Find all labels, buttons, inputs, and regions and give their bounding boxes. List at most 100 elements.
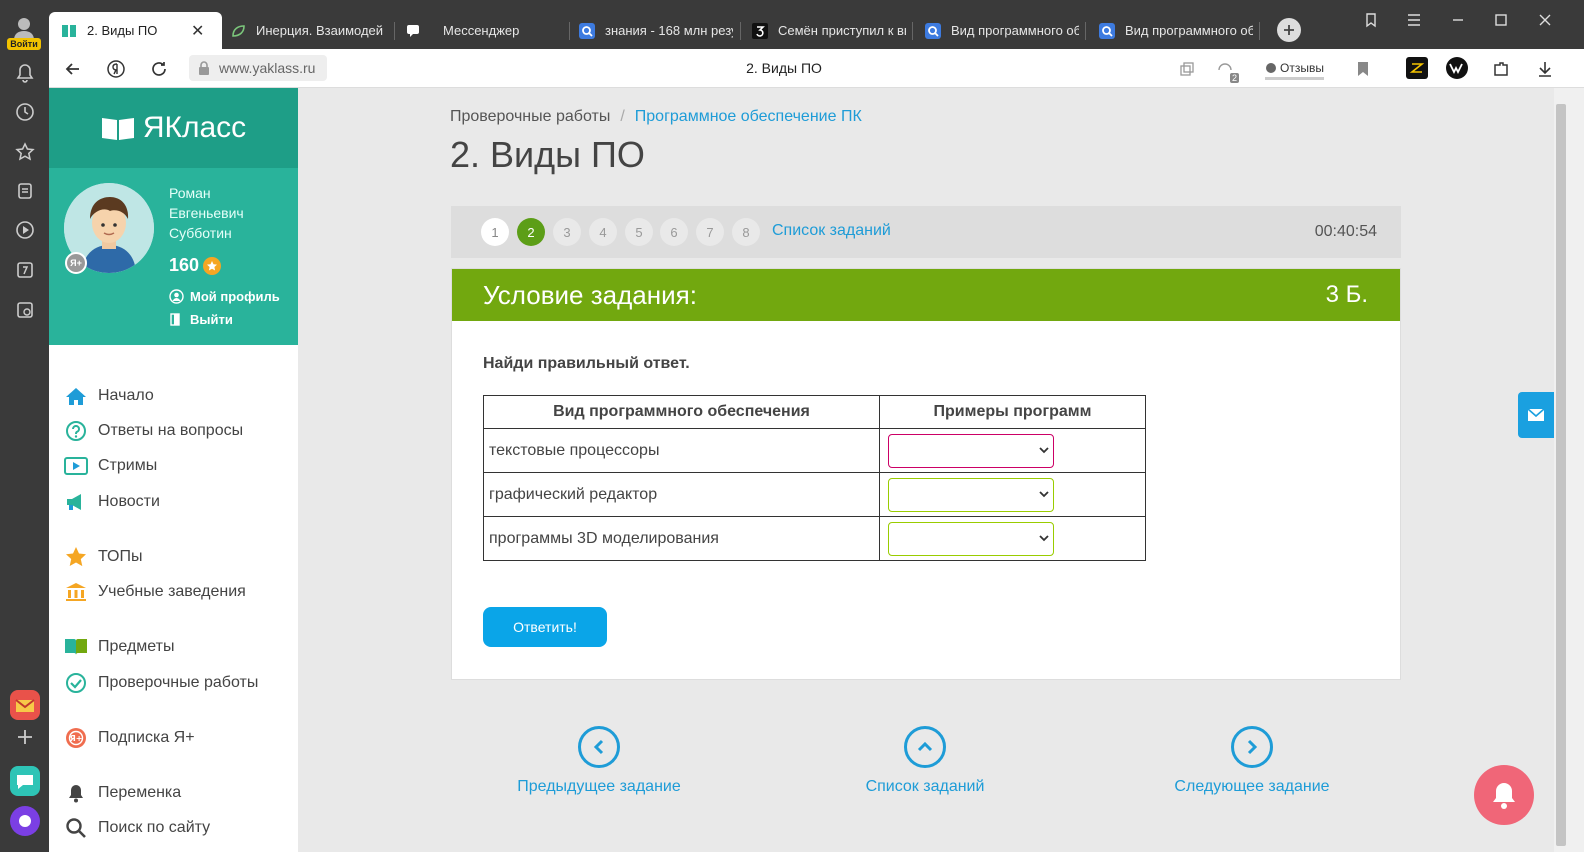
search-icon — [64, 816, 88, 840]
timer: 00:40:54 — [1314, 223, 1377, 240]
close-tab-icon[interactable]: ✕ — [191, 21, 204, 41]
points-star-icon — [203, 256, 222, 275]
tab-title: Инерция. Взаимодей — [256, 23, 384, 38]
chat-bubble-icon — [1266, 62, 1276, 73]
step-7[interactable]: 7 — [696, 218, 724, 246]
step-6[interactable]: 6 — [660, 218, 688, 246]
feedback-button[interactable]: Отзывы — [1265, 58, 1324, 80]
login-button[interactable]: Войти — [6, 16, 42, 52]
counter-badge: 2 — [1229, 73, 1239, 83]
zen-extension-icon[interactable] — [1406, 57, 1428, 79]
collections-icon[interactable] — [12, 178, 38, 204]
task-list-link[interactable]: Список заданий — [772, 222, 891, 240]
book-icon — [64, 635, 88, 659]
step-4[interactable]: 4 — [589, 218, 617, 246]
breadcrumb-current[interactable]: Программное обеспечение ПК — [635, 108, 862, 126]
tab-5[interactable]: Семён приступил к вы — [752, 12, 907, 49]
reload-button[interactable] — [147, 57, 171, 81]
nav-item-news[interactable]: Новости — [64, 489, 160, 515]
nav-item-search[interactable]: Поиск по сайту — [64, 815, 210, 841]
extension-panel-icon[interactable] — [1489, 57, 1513, 81]
step-1[interactable]: 1 — [481, 218, 509, 246]
back-button[interactable] — [61, 57, 85, 81]
answer-select-2[interactable] — [888, 477, 1054, 512]
breadcrumb-root[interactable]: Проверочные работы — [450, 108, 610, 126]
next-task-link[interactable]: Следующее задание — [1172, 726, 1332, 796]
feedback-mail-button[interactable] — [1518, 392, 1554, 438]
tab-title: Вид программного об — [1125, 23, 1253, 38]
nav-item-subscription[interactable]: Я+ Подписка Я+ — [64, 725, 195, 751]
tab-4[interactable]: знания - 168 млн резу — [579, 12, 734, 49]
nav-label: Ответы на вопросы — [98, 422, 244, 439]
answer-select-1[interactable] — [888, 433, 1054, 468]
vk-extension-icon[interactable] — [1446, 57, 1468, 79]
step-5[interactable]: 5 — [625, 218, 653, 246]
yandex-button[interactable] — [104, 57, 128, 81]
user-name[interactable]: Роман Евгеньевич Субботин — [169, 183, 289, 243]
my-profile-link[interactable]: Мой профиль — [169, 289, 280, 304]
minimize-icon[interactable] — [1446, 10, 1470, 30]
notifications-icon[interactable] — [12, 60, 38, 86]
tab-7[interactable]: Вид программного об — [1099, 12, 1254, 49]
tab-6[interactable]: Вид программного об — [925, 12, 1080, 49]
nav-item-answers[interactable]: Ответы на вопросы — [64, 418, 243, 444]
nav-label: Предметы — [98, 638, 175, 655]
logout-link[interactable]: Выйти — [169, 312, 233, 327]
history-icon[interactable] — [12, 99, 38, 125]
tab-copy-icon[interactable] — [1175, 57, 1199, 81]
close-window-icon[interactable] — [1533, 10, 1557, 30]
nav-label: Начало — [98, 387, 154, 404]
nav-item-home[interactable]: Начало — [64, 383, 154, 409]
mail-app-icon[interactable] — [10, 690, 40, 720]
nav-item-tops[interactable]: ТОПы — [64, 544, 143, 570]
page-scrollbar[interactable] — [1554, 88, 1584, 852]
play-icon — [64, 454, 88, 478]
alice-assistant-icon[interactable] — [10, 806, 40, 836]
tab-title: Вид программного об — [951, 23, 1079, 38]
task-header-title: Условие задания: — [483, 280, 697, 310]
nav-item-break[interactable]: Переменка — [64, 780, 181, 806]
messenger-app-icon[interactable] — [10, 766, 40, 796]
plus-icon — [1284, 25, 1294, 35]
scrollbar-thumb[interactable] — [1556, 104, 1566, 846]
nav-item-streams[interactable]: Стримы — [64, 453, 157, 479]
bookmarks-star-icon[interactable] — [12, 139, 38, 165]
task-list-bottom-link[interactable]: Список заданий — [862, 726, 988, 796]
nav-item-schools[interactable]: Учебные заведения — [64, 579, 246, 605]
question-text: Найди правильный ответ. — [483, 355, 690, 372]
previous-task-link[interactable]: Предыдущее задание — [515, 726, 683, 796]
tabs-menu-icon[interactable] — [1359, 10, 1383, 30]
nav-item-subjects[interactable]: Предметы — [64, 634, 174, 660]
step-8[interactable]: 8 — [732, 218, 760, 246]
menu-icon[interactable] — [1402, 10, 1426, 30]
nav-label: Переменка — [98, 784, 182, 801]
screenshot-icon[interactable] — [12, 297, 38, 323]
add-app-icon[interactable] — [12, 724, 38, 750]
chevron-down-icon — [1039, 535, 1049, 542]
bookmark-icon[interactable] — [1351, 57, 1375, 81]
step-3[interactable]: 3 — [553, 218, 581, 246]
tab-separator — [394, 22, 395, 40]
extensions-icon[interactable]: 2 — [1213, 57, 1239, 83]
software-type-cell: программы 3D моделирования — [483, 516, 880, 561]
maximize-icon[interactable] — [1489, 10, 1513, 30]
notifications-bell-button[interactable] — [1474, 765, 1534, 825]
school-icon — [64, 580, 88, 604]
video-icon[interactable] — [12, 217, 38, 243]
tab-favicon-3 — [752, 22, 768, 39]
tab-2[interactable]: Инерция. Взаимодей — [230, 12, 390, 49]
yaklass-logo[interactable]: ЯКласс — [49, 88, 298, 168]
url-field[interactable]: www.yaklass.ru — [189, 55, 327, 81]
tab-3[interactable]: Мессенджер — [405, 12, 565, 49]
download-icon[interactable] — [1533, 57, 1557, 81]
answer-select-3[interactable] — [888, 521, 1054, 556]
tab-active[interactable]: 2. Виды ПО ✕ — [49, 12, 222, 49]
calendar-icon[interactable] — [12, 257, 38, 283]
profile-icon — [169, 289, 184, 304]
nav-item-tests[interactable]: Проверочные работы — [64, 670, 258, 696]
nav-label: Новости — [98, 493, 160, 510]
step-2[interactable]: 2 — [517, 218, 545, 246]
answer-cell — [879, 428, 1146, 473]
submit-answer-button[interactable]: Ответить! — [483, 607, 607, 647]
new-tab-button[interactable] — [1277, 18, 1301, 42]
